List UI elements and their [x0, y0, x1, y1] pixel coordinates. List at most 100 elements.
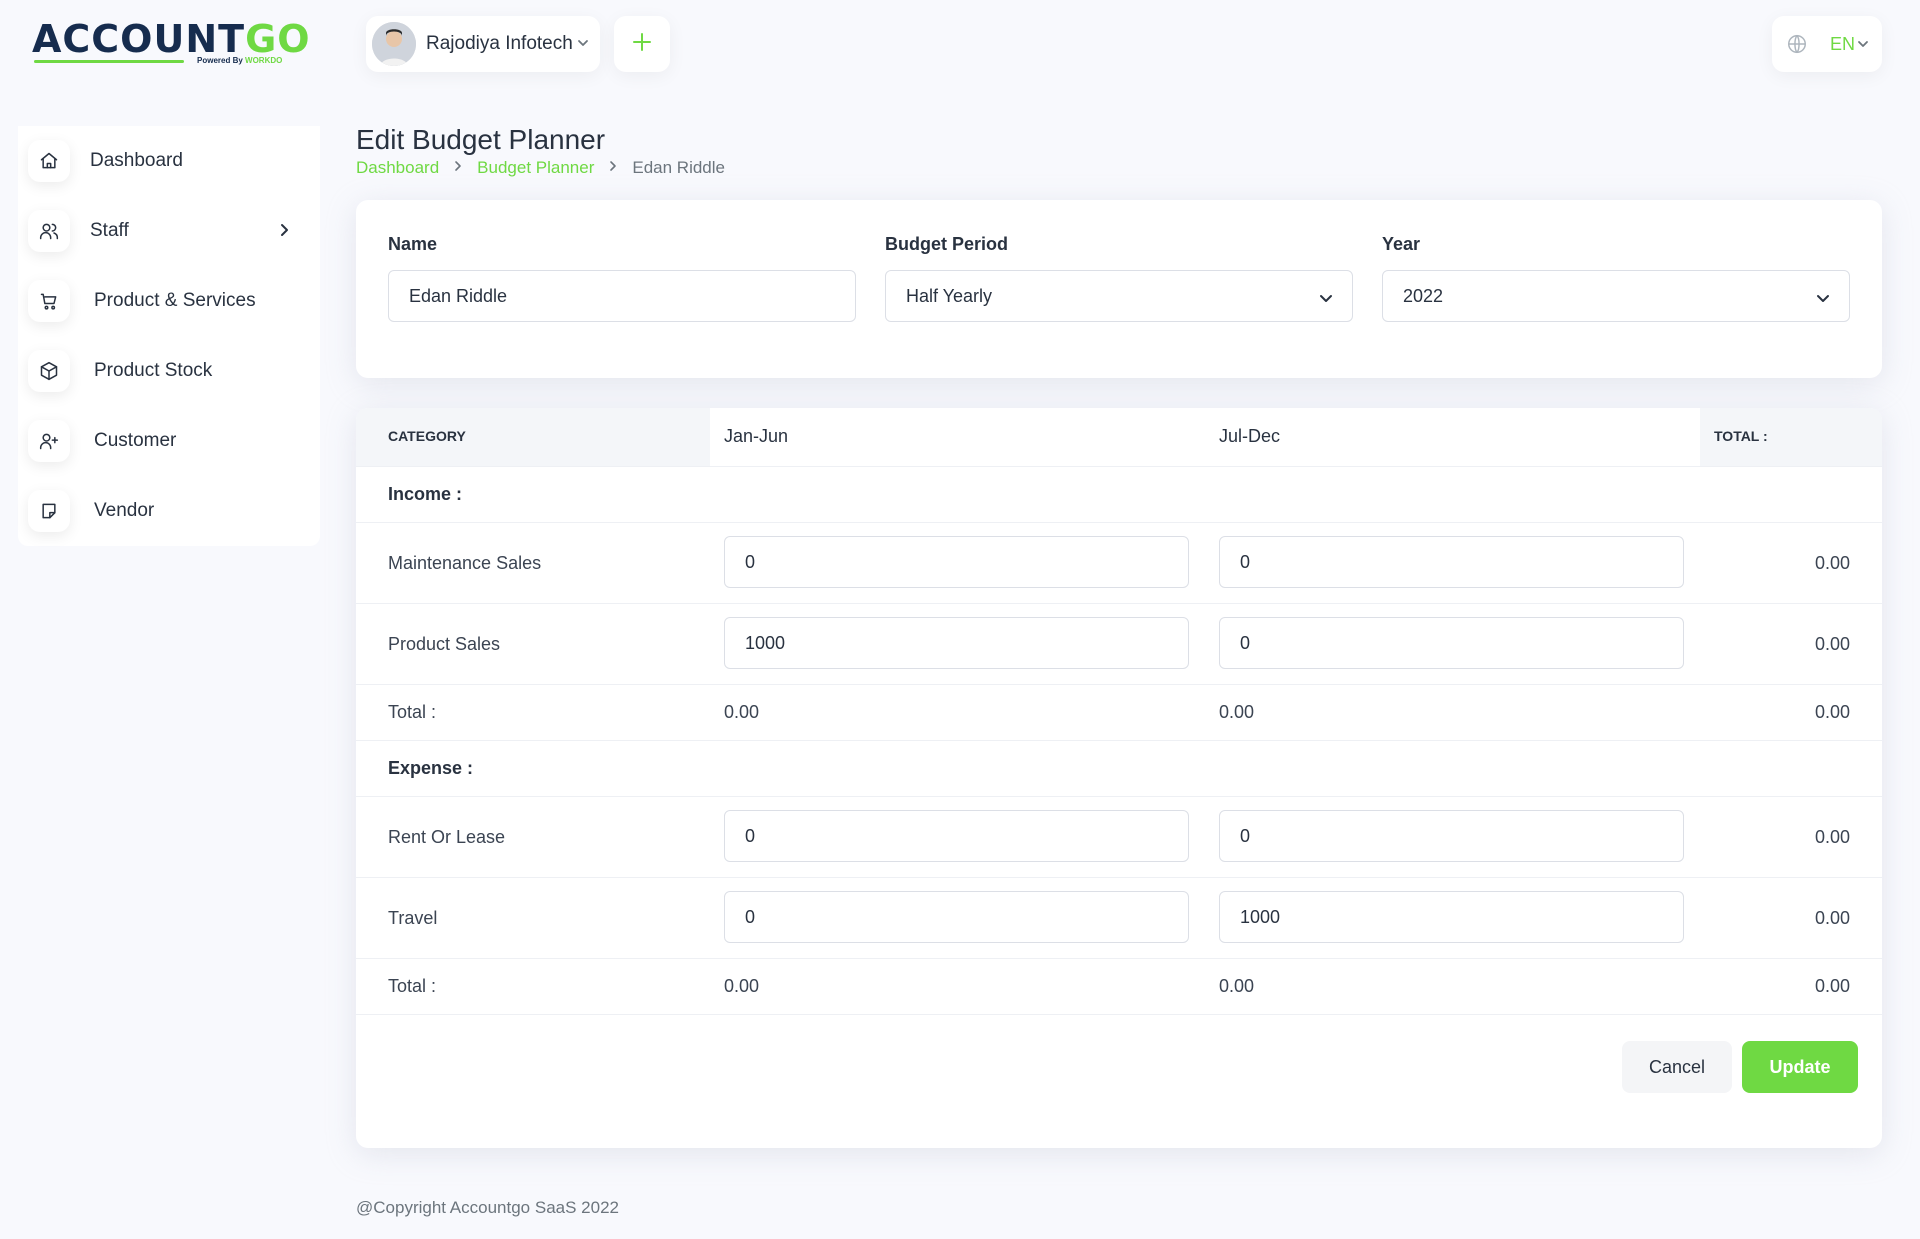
year-label: Year: [1382, 234, 1421, 254]
row-total: 0.00: [1814, 908, 1850, 928]
budget-period-select[interactable]: Half Yearly: [885, 270, 1353, 322]
breadcrumb-link-dashboard[interactable]: Dashboard: [356, 158, 439, 178]
amount-input-value: 0: [745, 551, 756, 572]
company-switcher[interactable]: Rajodiya Infotech: [366, 16, 600, 72]
amount-input-value: 1000: [1240, 906, 1281, 927]
logo-text-part-1: ACCOUNT: [32, 17, 246, 61]
sidebar-item-label: Customer: [94, 430, 177, 451]
amount-input-value: 0: [1240, 551, 1251, 572]
page-title: Edit Budget Planner: [356, 124, 606, 155]
chevron-right-icon: [453, 159, 463, 177]
section-row-income: Income :: [356, 466, 1882, 522]
amount-input-period-2[interactable]: 0: [1219, 536, 1684, 588]
sidebar-item-label: Dashboard: [90, 150, 183, 171]
sidebar-item-staff[interactable]: Staff: [18, 196, 320, 266]
logo-powered-by: Powered By WORKDO: [197, 56, 282, 65]
footer-copyright: @Copyright Accountgo SaaS 2022: [356, 1198, 619, 1217]
income-total-row: Total : 0.00 0.00 0.00: [356, 684, 1882, 740]
users-icon: [28, 210, 70, 252]
table-row: Rent Or Lease 0 0 0.00: [356, 796, 1882, 877]
category-name: Maintenance Sales: [388, 553, 542, 573]
amount-input-value: 0: [745, 825, 756, 846]
logo-powered-by-brand: WORKDO: [245, 56, 283, 65]
header-category: CATEGORY: [388, 428, 466, 444]
amount-input-period-1[interactable]: 1000: [724, 617, 1189, 669]
add-button[interactable]: [614, 16, 670, 72]
logo[interactable]: ACCOUNTGO Powered By WORKDO: [32, 17, 310, 72]
header-total: TOTAL :: [1714, 428, 1768, 444]
amount-input-value: 1000: [745, 632, 786, 653]
amount-input-period-1[interactable]: 0: [724, 536, 1189, 588]
sidebar-item-label: Product Stock: [94, 360, 213, 381]
breadcrumb-link-budget-planner[interactable]: Budget Planner: [477, 158, 594, 178]
breadcrumb: Dashboard Budget Planner Edan Riddle: [356, 158, 725, 178]
language-selector[interactable]: EN: [1772, 16, 1882, 72]
table-row: Maintenance Sales 0 0 0.00: [356, 522, 1882, 603]
sidebar-item-product-services[interactable]: Product & Services: [18, 266, 320, 336]
category-name: Travel: [388, 908, 438, 928]
table-header: CATEGORY Jan-Jun Jul-Dec TOTAL :: [356, 408, 1882, 466]
section-label: Expense :: [388, 758, 474, 778]
amount-input-period-1[interactable]: 0: [724, 810, 1189, 862]
form-actions: Cancel Update: [356, 1014, 1882, 1148]
amount-input-value: 0: [745, 906, 756, 927]
budget-period-label: Budget Period: [885, 234, 1009, 254]
amount-input-period-2[interactable]: 0: [1219, 810, 1684, 862]
total-period-1: 0.00: [724, 702, 760, 722]
budget-period-field-group: Budget Period Half Yearly: [885, 234, 1353, 322]
name-field-group: Name Edan Riddle: [388, 234, 856, 322]
total-label: Total :: [388, 702, 437, 722]
note-icon: [28, 490, 70, 532]
budget-period-value: Half Yearly: [906, 285, 993, 306]
sidebar-item-dashboard[interactable]: Dashboard: [18, 126, 320, 196]
sidebar-item-customer[interactable]: Customer: [18, 406, 320, 476]
total-period-1: 0.00: [724, 976, 760, 996]
breadcrumb-current: Edan Riddle: [632, 158, 725, 177]
grand-total: 0.00: [1814, 976, 1850, 996]
sidebar-item-label: Product & Services: [94, 290, 256, 311]
sidebar-nav: Dashboard Staff Product & Services Produ…: [18, 126, 320, 546]
user-plus-icon: [28, 420, 70, 462]
category-name: Rent Or Lease: [388, 827, 506, 847]
grand-total: 0.00: [1814, 702, 1850, 722]
sidebar: ACCOUNTGO Powered By WORKDO Dashboard St…: [0, 0, 320, 1239]
section-label: Income :: [388, 484, 463, 504]
amount-input-period-1[interactable]: 0: [724, 891, 1189, 943]
name-input[interactable]: Edan Riddle: [388, 270, 856, 322]
sidebar-item-product-stock[interactable]: Product Stock: [18, 336, 320, 406]
cart-icon: [28, 280, 70, 322]
avatar: [372, 22, 416, 66]
budget-table-card: CATEGORY Jan-Jun Jul-Dec TOTAL : Income …: [356, 408, 1882, 1148]
cancel-button[interactable]: Cancel: [1622, 1041, 1732, 1093]
total-label: Total :: [388, 976, 437, 996]
company-name: Rajodiya Infotech: [426, 33, 573, 54]
row-total: 0.00: [1814, 553, 1850, 573]
year-field-group: Year 2022: [1382, 234, 1850, 322]
name-input-value: Edan Riddle: [409, 285, 508, 306]
chevron-down-icon: [1815, 290, 1831, 311]
sidebar-item-label: Staff: [90, 220, 129, 241]
chevron-right-icon: [608, 159, 618, 177]
logo-powered-by-text: Powered By: [197, 56, 246, 65]
name-label: Name: [388, 234, 438, 254]
logo-underline: [34, 60, 184, 63]
chevron-right-icon: [278, 222, 290, 243]
budget-form-card: Name Edan Riddle Budget Period Half Year…: [356, 200, 1882, 378]
amount-input-period-2[interactable]: 1000: [1219, 891, 1684, 943]
total-period-2: 0.00: [1219, 976, 1255, 996]
header-period-1: Jan-Jun: [724, 426, 789, 446]
logo-text-part-2: GO: [245, 17, 311, 61]
year-select[interactable]: 2022: [1382, 270, 1850, 322]
chevron-down-icon: [1318, 290, 1334, 311]
table-row: Travel 0 1000 0.00: [356, 877, 1882, 958]
update-button[interactable]: Update: [1742, 1041, 1858, 1093]
home-icon: [28, 140, 70, 182]
language-label: EN: [1830, 34, 1856, 54]
chevron-down-icon: [576, 36, 590, 55]
logo-text: ACCOUNTGO: [32, 17, 310, 61]
amount-input-period-2[interactable]: 0: [1219, 617, 1684, 669]
sidebar-item-vendor[interactable]: Vendor: [18, 476, 320, 546]
sidebar-item-label: Vendor: [94, 500, 155, 521]
table-row: Product Sales 1000 0 0.00: [356, 603, 1882, 684]
header-period-2: Jul-Dec: [1219, 426, 1281, 446]
